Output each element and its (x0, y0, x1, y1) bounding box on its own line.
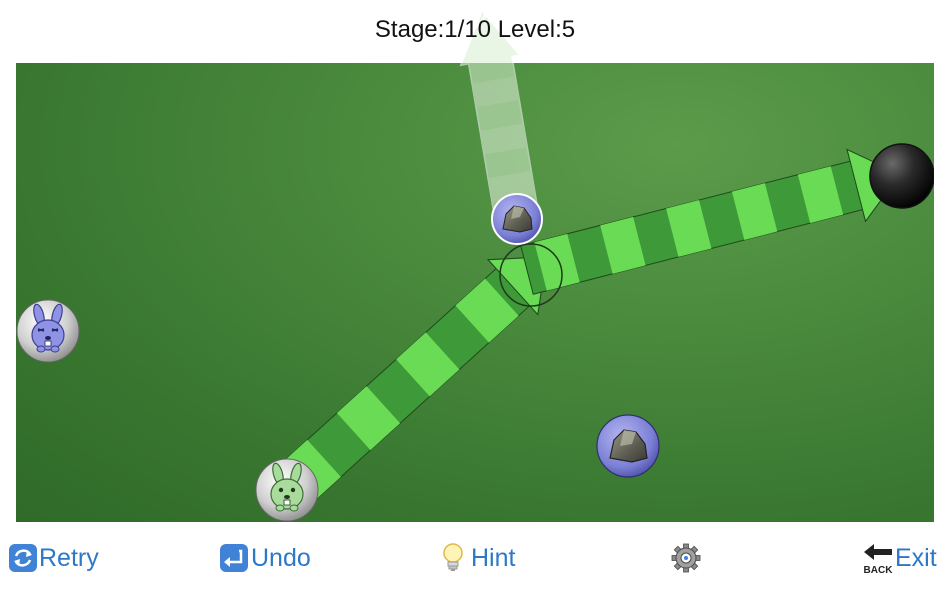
game-screen: Stage:1/10 Level:5 Retry Undo Hint BACK … (0, 0, 950, 594)
back-arrow-icon: BACK (862, 541, 894, 576)
gear-icon (670, 542, 702, 574)
hint-button[interactable]: Hint (441, 538, 515, 578)
exit-label: Exit (895, 544, 937, 572)
undo-label: Undo (251, 544, 311, 572)
undo-button[interactable]: Undo (219, 538, 311, 578)
undo-icon (219, 543, 249, 573)
game-board[interactable] (16, 63, 934, 522)
retry-icon (8, 543, 38, 573)
hint-label: Hint (471, 544, 516, 572)
back-text: BACK (864, 565, 894, 575)
bottom-toolbar: Retry Undo Hint BACK Exit (0, 538, 950, 582)
exit-button[interactable]: BACK Exit (862, 538, 937, 578)
lightbulb-icon (441, 542, 465, 574)
retry-button[interactable]: Retry (8, 538, 99, 578)
retry-label: Retry (39, 544, 99, 572)
settings-button[interactable] (670, 538, 702, 578)
stage-level-label: Stage:1/10 Level:5 (374, 16, 576, 43)
